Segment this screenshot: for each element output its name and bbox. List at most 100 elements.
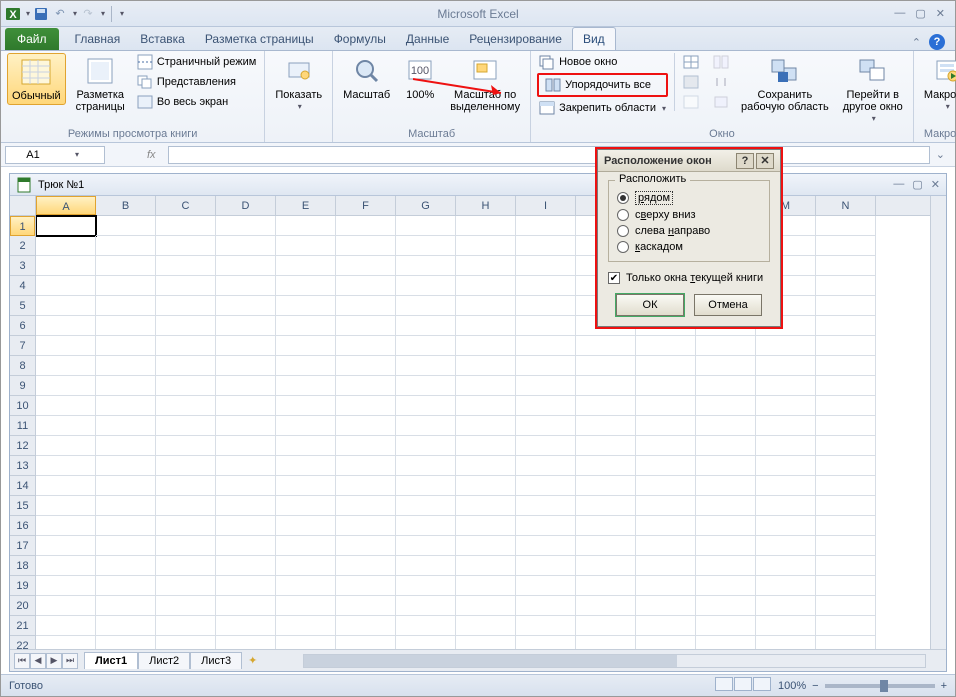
cell[interactable]	[96, 536, 156, 556]
view-side-by-side-button[interactable]	[711, 53, 731, 71]
view-page-layout-icon[interactable]	[734, 677, 752, 691]
cell[interactable]	[156, 496, 216, 516]
sheet-nav-first-icon[interactable]: ⏮	[14, 653, 30, 669]
column-header[interactable]: I	[516, 196, 576, 215]
cell[interactable]	[276, 316, 336, 336]
cell[interactable]	[276, 416, 336, 436]
cell[interactable]	[216, 616, 276, 636]
qat-customize-icon[interactable]: ▾	[120, 9, 124, 18]
cell[interactable]	[696, 336, 756, 356]
cell[interactable]	[516, 596, 576, 616]
cell[interactable]	[156, 576, 216, 596]
cell[interactable]	[156, 256, 216, 276]
cell[interactable]	[96, 296, 156, 316]
cell[interactable]	[516, 576, 576, 596]
cell[interactable]	[816, 596, 876, 616]
cell[interactable]	[156, 636, 216, 649]
cell[interactable]	[96, 496, 156, 516]
cell[interactable]	[636, 456, 696, 476]
tab-insert[interactable]: Вставка	[130, 28, 195, 50]
cell[interactable]	[96, 556, 156, 576]
cell[interactable]	[816, 456, 876, 476]
cell[interactable]	[156, 336, 216, 356]
vertical-scrollbar[interactable]	[930, 196, 946, 649]
formula-input[interactable]	[168, 146, 930, 164]
cell[interactable]	[276, 536, 336, 556]
row-header[interactable]: 18	[10, 556, 35, 576]
cell[interactable]	[636, 396, 696, 416]
cell[interactable]	[396, 516, 456, 536]
cell[interactable]	[396, 316, 456, 336]
cell[interactable]	[576, 376, 636, 396]
cell[interactable]	[36, 636, 96, 649]
view-normal-icon[interactable]	[715, 677, 733, 691]
cell[interactable]	[396, 596, 456, 616]
cell[interactable]	[36, 336, 96, 356]
tab-formulas[interactable]: Формулы	[324, 28, 396, 50]
row-header[interactable]: 11	[10, 416, 35, 436]
formula-expand-icon[interactable]: ⌄	[930, 148, 951, 161]
fx-label[interactable]: fx	[135, 149, 168, 161]
cell[interactable]	[516, 216, 576, 236]
cell[interactable]	[276, 236, 336, 256]
checkbox-active-workbook[interactable]: ✔Только окна текущей книги	[608, 270, 770, 286]
zoom-100-button[interactable]: 100 100%	[400, 53, 440, 103]
cell[interactable]	[216, 436, 276, 456]
cell[interactable]	[336, 336, 396, 356]
cell[interactable]	[336, 296, 396, 316]
cell[interactable]	[396, 636, 456, 649]
view-page-break-icon[interactable]	[753, 677, 771, 691]
tab-page-layout[interactable]: Разметка страницы	[195, 28, 324, 50]
cell[interactable]	[216, 376, 276, 396]
cell[interactable]	[276, 576, 336, 596]
cell[interactable]	[336, 216, 396, 236]
cell[interactable]	[636, 596, 696, 616]
custom-views-button[interactable]: Представления	[135, 73, 259, 91]
cell[interactable]	[276, 436, 336, 456]
cell[interactable]	[576, 416, 636, 436]
dialog-close-button[interactable]: ✕	[756, 153, 774, 169]
wb-close-icon[interactable]: ✕	[931, 178, 940, 191]
minimize-icon[interactable]: —	[894, 7, 905, 20]
cell[interactable]	[696, 636, 756, 649]
cell[interactable]	[216, 516, 276, 536]
cell[interactable]	[456, 296, 516, 316]
cell[interactable]	[816, 436, 876, 456]
cell[interactable]	[336, 496, 396, 516]
cell[interactable]	[396, 416, 456, 436]
cell[interactable]	[336, 636, 396, 649]
freeze-panes-button[interactable]: Закрепить области▾	[537, 99, 668, 117]
cell[interactable]	[516, 556, 576, 576]
cell[interactable]	[696, 456, 756, 476]
cell[interactable]	[336, 316, 396, 336]
cell[interactable]	[456, 536, 516, 556]
cell[interactable]	[96, 236, 156, 256]
cell[interactable]	[36, 536, 96, 556]
cell[interactable]	[816, 276, 876, 296]
column-header[interactable]: F	[336, 196, 396, 215]
cell[interactable]	[516, 416, 576, 436]
cell[interactable]	[636, 636, 696, 649]
column-header[interactable]: H	[456, 196, 516, 215]
cell[interactable]	[576, 456, 636, 476]
cell[interactable]	[36, 356, 96, 376]
cell[interactable]	[396, 436, 456, 456]
cell[interactable]	[576, 336, 636, 356]
sheet-tab-2[interactable]: Лист2	[138, 652, 190, 669]
name-box[interactable]: A1▾	[5, 146, 105, 164]
cell[interactable]	[816, 516, 876, 536]
undo-menu-arrow[interactable]: ▾	[73, 9, 77, 18]
cell[interactable]	[96, 456, 156, 476]
row-header[interactable]: 6	[10, 316, 35, 336]
cell[interactable]	[276, 216, 336, 236]
maximize-icon[interactable]: ▢	[915, 7, 925, 20]
cell[interactable]	[216, 356, 276, 376]
cell[interactable]	[456, 396, 516, 416]
cell[interactable]	[276, 596, 336, 616]
cell[interactable]	[156, 476, 216, 496]
tab-view[interactable]: Вид	[572, 27, 616, 50]
cell[interactable]	[636, 536, 696, 556]
row-header[interactable]: 21	[10, 616, 35, 636]
cell[interactable]	[456, 576, 516, 596]
macros-button[interactable]: Макросы▾	[920, 53, 956, 114]
